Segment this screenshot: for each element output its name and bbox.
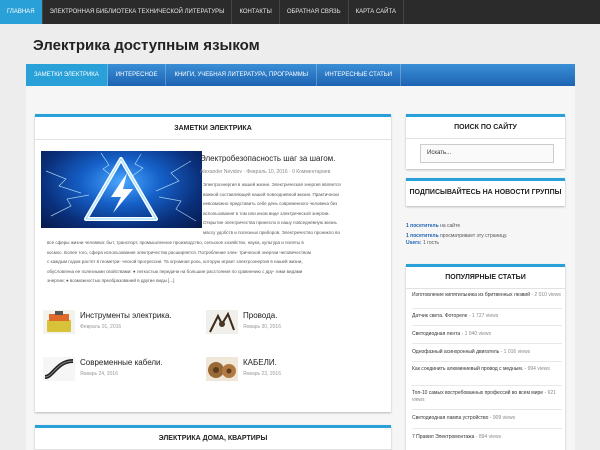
post-thumbnail-tools[interactable] <box>43 310 75 334</box>
popular-item-title[interactable]: Изготовление кипятильника из бритвенных … <box>412 292 530 298</box>
subscribe-widget: ПОДПИСЫВАЙТЕСЬ НА НОВОСТИ ГРУППЫ <box>406 178 565 206</box>
divider <box>412 361 562 362</box>
divider <box>412 385 562 386</box>
post-title[interactable]: Инструменты электрика. <box>80 311 172 320</box>
post-date: Январь 24, 2016 <box>80 371 118 377</box>
post-title[interactable]: Провода. <box>243 311 277 320</box>
popular-articles-widget: ПОПУЛЯРНЫЕ СТАТЬИ Изготовление кипятильн… <box>406 264 565 450</box>
search-input[interactable]: Искать... <box>420 144 554 163</box>
stats-text: 1 гость <box>422 240 440 246</box>
popular-item-title[interactable]: Однофазный асинхронный двигатель <box>412 349 499 355</box>
home-section: ЭЛЕКТРИКА ДОМА, КВАРТИРЫ <box>35 425 391 450</box>
divider <box>412 428 562 429</box>
popular-item-views: - 2 010 views <box>531 292 561 298</box>
stats-count: 1 посетитель <box>406 233 439 239</box>
excerpt-line: с каждым годом растет в геометри- ческой… <box>47 259 303 265</box>
home-section-title: ЭЛЕКТРИКА ДОМА, КВАРТИРЫ <box>35 428 391 450</box>
post-thumbnail-modern-cables[interactable] <box>43 357 75 381</box>
excerpt-line: использования в том или ином виде электр… <box>203 210 330 216</box>
stats-text: на сайте <box>438 223 461 229</box>
divider <box>412 343 562 344</box>
search-widget: ПОИСК ПО САЙТУ Искать... <box>406 114 565 169</box>
post-thumbnail-wires[interactable] <box>206 310 238 334</box>
popular-item[interactable]: 7 Правил Электромонтажа - 894 views <box>412 434 562 441</box>
notes-section: ЗАМЕТКИ ЭЛЕКТРИКА Электробезопасность ша… <box>35 114 391 412</box>
toolbox-icon <box>43 310 75 334</box>
mainnav-articles[interactable]: Интересные статьи <box>317 64 402 86</box>
post-date: Февраль 01, 2016 <box>80 324 122 330</box>
divider <box>412 308 562 309</box>
popular-item-views: - 909 views <box>489 415 516 421</box>
featured-article-meta: Alexander Nevidov · Февраль 10, 2016 · 0… <box>200 169 330 175</box>
article-author[interactable]: Alexander Nevidov <box>200 169 242 175</box>
cable-drums-icon <box>206 357 238 381</box>
cable-icon <box>43 357 75 381</box>
popular-item[interactable]: Топ-10 самых востребованных профессий во… <box>412 390 562 404</box>
main-navigation: Заметки электрика Интересное Книги, учеб… <box>26 64 575 86</box>
excerpt-line: космос. Более того, сфера использования … <box>47 249 312 255</box>
stats-line: 1 посетитель просматривает эту страницу. <box>406 233 507 239</box>
post-date: Январь 23, 2016 <box>243 371 281 377</box>
featured-article-excerpt: Электроэнергия в нашей жизни. Электричес… <box>203 180 383 238</box>
stats-count: 1 посетитель <box>406 223 439 229</box>
popular-item[interactable]: Однофазный асинхронный двигатель - 1 016… <box>412 349 562 356</box>
popular-item-title[interactable]: Как соединить алюминиевый провод с медны… <box>412 366 523 372</box>
featured-article-title[interactable]: Электробезопасность шаг за шагом. <box>200 154 335 163</box>
topnav-sitemap[interactable]: Карта сайта <box>349 0 404 24</box>
popular-widget-title: ПОПУЛЯРНЫЕ СТАТЬИ <box>406 267 565 289</box>
divider <box>412 409 562 410</box>
post-title[interactable]: КАБЕЛИ. <box>243 358 277 367</box>
excerpt-line: невозможно представить себе день совреме… <box>203 201 338 207</box>
popular-item[interactable]: Светодиодная лента - 1 040 views <box>412 331 562 338</box>
notes-section-title: ЗАМЕТКИ ЭЛЕКТРИКА <box>35 117 391 140</box>
lightning-warning-icon <box>45 152 197 222</box>
topnav-contacts[interactable]: Контакты <box>232 0 280 24</box>
post-date: Январь 30, 2016 <box>243 324 281 330</box>
popular-item-views: - 994 views <box>524 366 550 372</box>
popular-item-title[interactable]: Топ-10 самых востребованных профессий во… <box>412 390 543 396</box>
excerpt-line: Открытие электричества принесло в нашу п… <box>203 220 337 226</box>
article-comments[interactable]: 0 Комментариев <box>292 169 330 175</box>
excerpt-line: энергии; ● возможностью преобразований в… <box>47 278 175 284</box>
excerpt-line: массу удобств и полезных приборов. Элект… <box>203 229 340 235</box>
popular-item[interactable]: Изготовление кипятильника из бритвенных … <box>412 292 562 299</box>
excerpt-line: Электроэнергия в нашей жизни. Электричес… <box>203 182 341 187</box>
top-navigation: Главная Электронная библиотека техническ… <box>0 0 600 24</box>
visitor-stats: 1 посетитель на сайте 1 посетитель просм… <box>403 218 565 253</box>
popular-item[interactable]: Светодиодная лампа устройство - 909 view… <box>412 415 562 422</box>
popular-item-views: - 1 016 views <box>500 349 531 355</box>
topnav-feedback[interactable]: Обратная связь <box>280 0 349 24</box>
search-widget-title: ПОИСК ПО САЙТУ <box>406 117 565 139</box>
site-title[interactable]: Электрика доступным языком <box>33 37 260 54</box>
stats-line: 1 посетитель на сайте <box>406 223 460 229</box>
popular-item-views: - 1 040 views <box>461 331 492 337</box>
excerpt-line: важной составляющей нашей повседневной ж… <box>203 191 339 197</box>
popular-item-title[interactable]: Светодиодная лампа устройство <box>412 415 488 421</box>
mainnav-books[interactable]: Книги, учебная литература, программы <box>166 64 318 86</box>
excerpt-line: обусловлена ее полезными свойствами: ● л… <box>47 268 303 274</box>
article-date: Февраль 10, 2016 <box>246 169 288 175</box>
mainnav-interesting[interactable]: Интересное <box>108 64 167 86</box>
stats-line: Users: 1 гость <box>406 240 439 246</box>
excerpt-line: все сферы жизни человека: быт, транспорт… <box>47 240 304 245</box>
featured-article-excerpt-cont: все сферы жизни человека: быт, транспорт… <box>47 238 387 286</box>
topnav-library[interactable]: Электронная библиотека технической литер… <box>43 0 233 24</box>
wires-icon <box>206 310 238 334</box>
post-thumbnail-cables[interactable] <box>206 357 238 381</box>
stats-text: просматривает эту страницу. <box>438 233 508 239</box>
stats-count: Users: <box>406 240 423 246</box>
popular-item[interactable]: Как соединить алюминиевый провод с медны… <box>412 366 562 373</box>
popular-item-views: - 894 views <box>475 434 502 440</box>
popular-item-title[interactable]: Датчик света. Фотореле <box>412 313 467 319</box>
popular-item-title[interactable]: Светодиодная лента <box>412 331 460 337</box>
mainnav-notes[interactable]: Заметки электрика <box>26 64 108 86</box>
featured-image[interactable] <box>41 151 202 228</box>
popular-item-views: - 1 727 views <box>468 313 499 319</box>
topnav-home[interactable]: Главная <box>0 0 43 24</box>
post-title[interactable]: Современные кабели. <box>80 358 163 367</box>
divider <box>412 325 562 326</box>
popular-item-title[interactable]: 7 Правил Электромонтажа <box>412 434 474 440</box>
subscribe-widget-title: ПОДПИСЫВАЙТЕСЬ НА НОВОСТИ ГРУППЫ <box>409 189 562 196</box>
popular-item[interactable]: Датчик света. Фотореле - 1 727 views <box>412 313 562 320</box>
